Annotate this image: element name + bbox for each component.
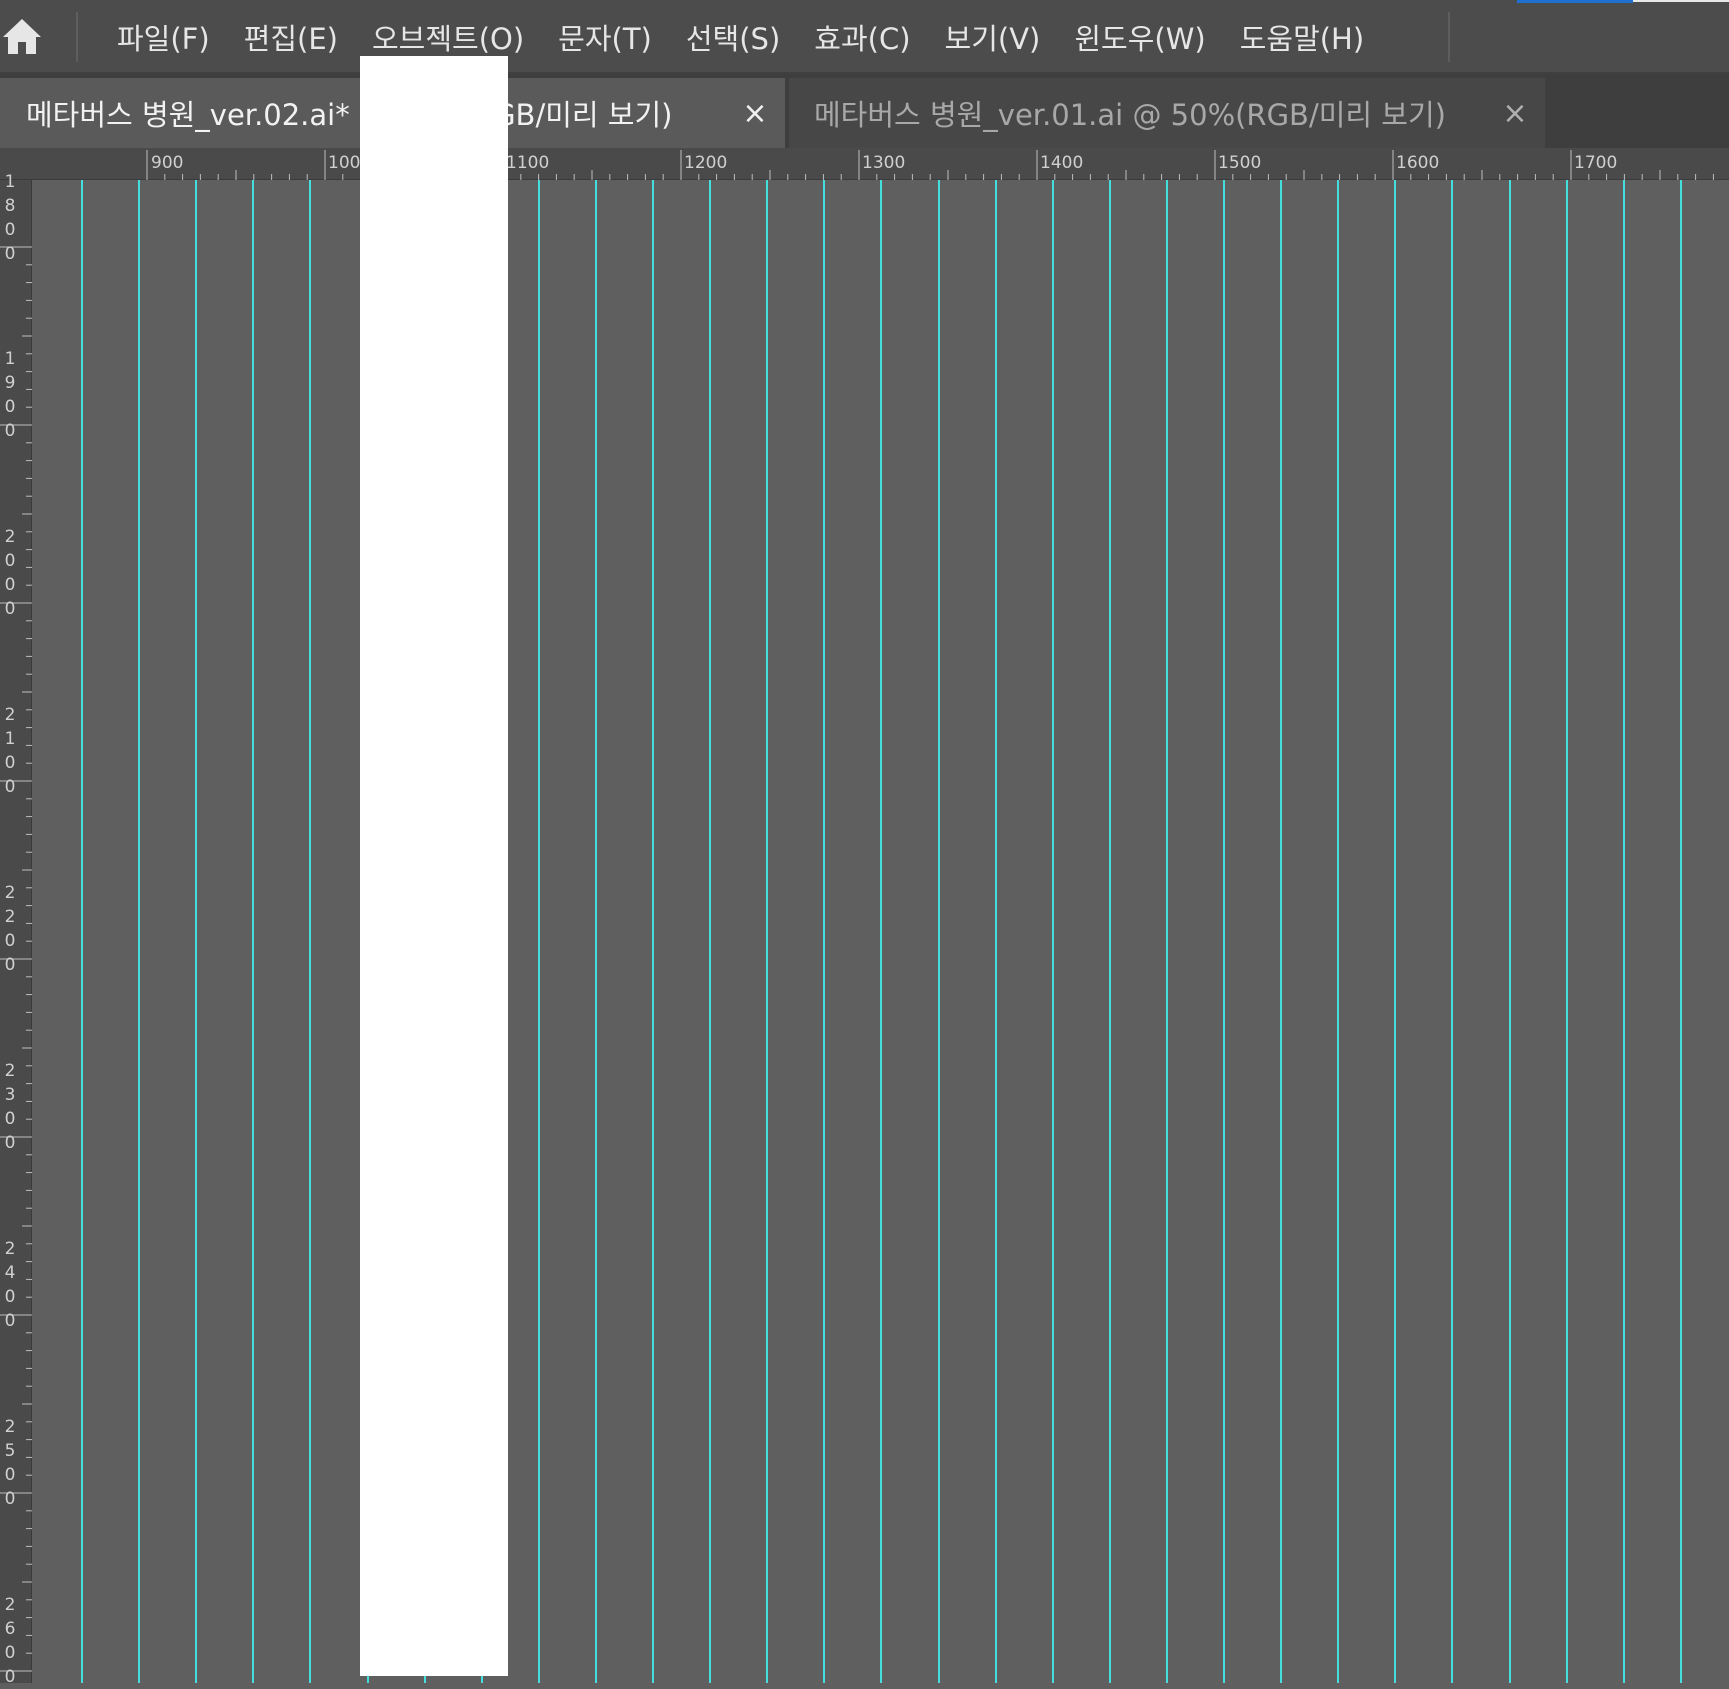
guide-line bbox=[1622, 180, 1625, 1683]
ruler-label: 900 bbox=[151, 153, 184, 173]
window-edge bbox=[1633, 0, 1729, 2]
guide-line bbox=[1051, 180, 1054, 1683]
guide-line bbox=[1679, 180, 1682, 1683]
artboard-strip[interactable] bbox=[360, 56, 508, 1676]
ruler-label: 2300 bbox=[4, 1061, 16, 1153]
guide-line bbox=[1280, 180, 1283, 1683]
guide-line bbox=[1508, 180, 1511, 1683]
guide-line bbox=[709, 180, 712, 1683]
menu-effect[interactable]: 효과(C) bbox=[797, 16, 927, 58]
menu-bar: 파일(F) 편집(E) 오브젝트(O) 문자(T) 선택(S) 효과(C) 보기… bbox=[0, 0, 1729, 74]
guide-line bbox=[81, 180, 83, 1683]
menu-view[interactable]: 보기(V) bbox=[928, 16, 1058, 58]
guide-line bbox=[937, 180, 940, 1683]
guide-line bbox=[138, 180, 141, 1683]
accent-indicator bbox=[1517, 0, 1633, 3]
ruler-label: 2200 bbox=[4, 883, 16, 975]
ruler-label: 1100 bbox=[506, 153, 550, 173]
ruler-label: 2000 bbox=[4, 527, 16, 619]
guide-line bbox=[1394, 180, 1397, 1683]
ruler-label: 1500 bbox=[1218, 153, 1262, 173]
ruler-label: 1300 bbox=[862, 153, 906, 173]
guide-line bbox=[309, 180, 312, 1683]
ruler-label: 1200 bbox=[684, 153, 728, 173]
horizontal-ruler[interactable]: 900 100 1100 1200 1300 1400 1500 1600 17… bbox=[0, 148, 1729, 180]
close-icon[interactable]: × bbox=[1485, 96, 1545, 131]
ruler-label: 2500 bbox=[4, 1417, 16, 1509]
tab-document-ver01[interactable]: 메타버스 병원_ver.01.ai @ 50%(RGB/미리 보기) × bbox=[789, 78, 1545, 148]
home-button[interactable] bbox=[0, 14, 44, 58]
menu-select[interactable]: 선택(S) bbox=[669, 16, 797, 58]
close-icon[interactable]: × bbox=[725, 96, 785, 131]
guide-line bbox=[880, 180, 883, 1683]
guide-line bbox=[537, 180, 540, 1683]
menu-items: 파일(F) 편집(E) 오브젝트(O) 문자(T) 선택(S) 효과(C) 보기… bbox=[100, 0, 1381, 74]
ruler-label: 1400 bbox=[1040, 153, 1084, 173]
guide-line bbox=[766, 180, 769, 1683]
menu-edit[interactable]: 편집(E) bbox=[227, 16, 355, 58]
guide-line bbox=[1451, 180, 1454, 1683]
ruler-label: 1900 bbox=[4, 349, 16, 441]
vertical-ruler[interactable]: 1800 1900 2000 2100 2200 2300 2400 2500 … bbox=[0, 172, 32, 1687]
guide-line bbox=[1565, 180, 1568, 1683]
ruler-label: 1700 bbox=[1574, 153, 1618, 173]
document-tab-bar: 메타버스 병원_ver.02.ai* @ 50%(RGB/미리 보기) × 메타… bbox=[0, 74, 1729, 148]
ruler-label: 100 bbox=[328, 153, 361, 173]
guide-line bbox=[1108, 180, 1111, 1683]
menu-separator bbox=[1448, 12, 1450, 62]
guide-line bbox=[594, 180, 597, 1683]
ruler-label: 2400 bbox=[4, 1239, 16, 1331]
ruler-label: 1800 bbox=[4, 172, 16, 264]
menu-window[interactable]: 윈도우(W) bbox=[1057, 16, 1222, 58]
guide-line bbox=[195, 180, 198, 1683]
ruler-label: 2600 bbox=[4, 1595, 16, 1687]
artboard-canvas[interactable] bbox=[32, 180, 1729, 1683]
menu-separator bbox=[76, 12, 78, 62]
guide-line bbox=[1165, 180, 1168, 1683]
menu-type[interactable]: 문자(T) bbox=[541, 16, 669, 58]
menu-object[interactable]: 오브젝트(O) bbox=[355, 16, 541, 58]
home-icon bbox=[3, 19, 41, 54]
guide-line bbox=[994, 180, 997, 1683]
menu-help[interactable]: 도움말(H) bbox=[1223, 16, 1381, 58]
tab-title: 메타버스 병원_ver.01.ai @ 50%(RGB/미리 보기) bbox=[814, 98, 1446, 132]
guide-line bbox=[252, 180, 255, 1683]
guide-line bbox=[652, 180, 654, 1683]
guide-line bbox=[823, 180, 826, 1683]
menu-file[interactable]: 파일(F) bbox=[100, 16, 227, 58]
ruler-label: 2100 bbox=[4, 705, 16, 797]
guide-line bbox=[1337, 180, 1340, 1683]
guide-line bbox=[1223, 180, 1225, 1683]
ruler-label: 1600 bbox=[1396, 153, 1440, 173]
